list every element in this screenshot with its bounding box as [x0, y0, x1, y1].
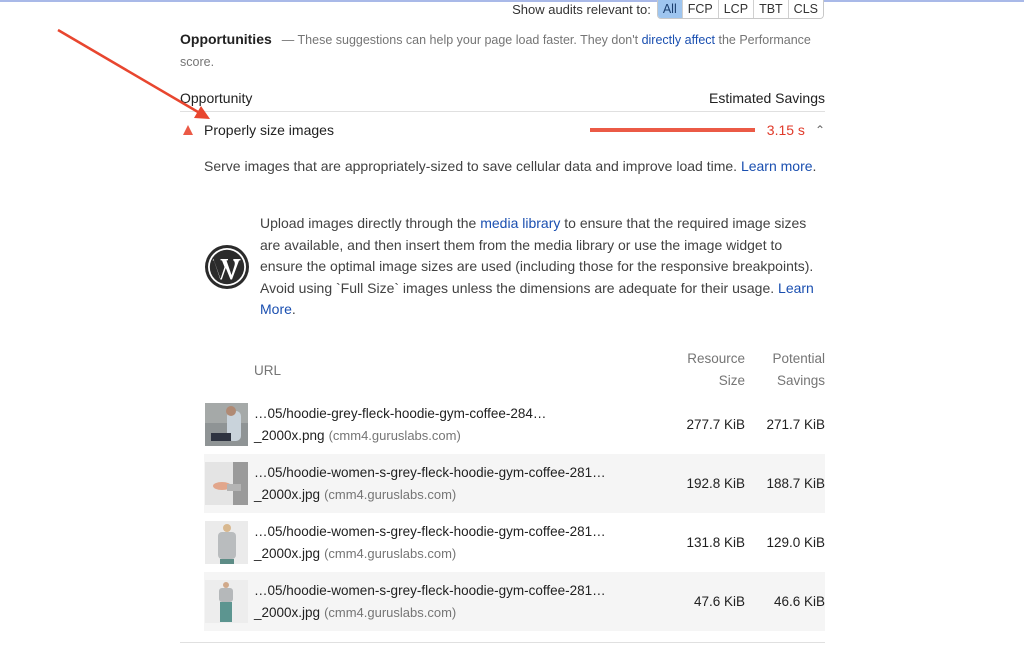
url-file: _2000x.jpg [254, 486, 321, 502]
audit-filter-bar: Show audits relevant to: All FCP LCP TBT… [512, 0, 824, 19]
resource-size: 277.7 KiB [686, 417, 745, 432]
table-header: URL Resource Size Potential Savings [204, 345, 825, 395]
opportunities-title: Opportunities [180, 31, 272, 47]
potential-savings: 129.0 KiB [766, 535, 825, 550]
image-thumbnail [205, 521, 248, 564]
url-file: _2000x.jpg [254, 604, 321, 620]
url-cell: …05/hoodie-grey-fleck-hoodie-gym-coffee-… [254, 403, 675, 446]
url-text[interactable]: …05/hoodie-grey-fleck-hoodie-gym-coffee-… [254, 403, 675, 425]
table-row[interactable]: …05/hoodie-women-s-grey-fleck-hoodie-gym… [204, 572, 825, 631]
filter-tbt[interactable]: TBT [753, 0, 788, 18]
description-end: . [812, 158, 817, 174]
resources-table: URL Resource Size Potential Savings …05/ho… [204, 345, 825, 631]
url-text[interactable]: …05/hoodie-women-s-grey-fleck-hoodie-gym… [254, 521, 675, 543]
estimated-savings-column: Estimated Savings [709, 90, 825, 106]
potential-savings: 46.6 KiB [773, 594, 825, 609]
table-bottom-divider [180, 642, 825, 643]
resource-header-l2: Size [718, 373, 745, 388]
url-host: (cmm4.guruslabs.com) [324, 486, 457, 502]
filter-cls[interactable]: CLS [787, 0, 823, 18]
url-host: (cmm4.guruslabs.com) [324, 545, 457, 561]
column-header: Opportunity Estimated Savings [180, 85, 825, 112]
savings-bar [589, 128, 755, 132]
wordpress-tip: Upload images directly through the media… [204, 213, 824, 321]
url-cell: …05/hoodie-women-s-grey-fleck-hoodie-gym… [254, 521, 675, 564]
url-file: _2000x.png [254, 427, 325, 443]
audit-properly-size-images[interactable]: Properly size images 3.15 s ⌃ [180, 118, 825, 142]
resource-size: 192.8 KiB [686, 476, 745, 491]
url-cell: …05/hoodie-women-s-grey-fleck-hoodie-gym… [254, 462, 675, 505]
opportunity-column: Opportunity [180, 90, 253, 106]
potential-savings: 271.7 KiB [766, 417, 825, 432]
resource-size: 47.6 KiB [693, 594, 745, 609]
savings-header-l1: Potential [772, 351, 825, 366]
url-text[interactable]: …05/hoodie-women-s-grey-fleck-hoodie-gym… [254, 462, 675, 484]
resource-header-l1: Resource [687, 351, 745, 366]
resource-size: 131.8 KiB [686, 535, 745, 550]
wordpress-tip-text: Upload images directly through the media… [260, 213, 820, 321]
wp-text-end: . [291, 301, 296, 317]
table-row[interactable]: …05/hoodie-grey-fleck-hoodie-gym-coffee-… [204, 395, 825, 454]
opportunities-desc: — These suggestions can help your page l… [281, 33, 642, 47]
potential-savings-header: Potential Savings [755, 348, 825, 392]
table-row[interactable]: …05/hoodie-women-s-grey-fleck-hoodie-gym… [204, 454, 825, 513]
url-header: URL [254, 362, 282, 378]
url-file: _2000x.jpg [254, 545, 321, 561]
resource-size-header: Resource Size [675, 348, 745, 392]
image-thumbnail [205, 462, 248, 505]
chevron-up-icon[interactable]: ⌃ [815, 123, 825, 137]
filter-pills: All FCP LCP TBT CLS [656, 0, 824, 19]
media-library-link[interactable]: media library [480, 215, 560, 231]
audit-title: Properly size images [204, 122, 334, 138]
url-host: (cmm4.guruslabs.com) [324, 604, 457, 620]
directly-affect-link[interactable]: directly affect [642, 33, 715, 47]
filter-all[interactable]: All [657, 0, 682, 18]
image-thumbnail [205, 403, 248, 446]
url-cell: …05/hoodie-women-s-grey-fleck-hoodie-gym… [254, 580, 675, 623]
url-text[interactable]: …05/hoodie-women-s-grey-fleck-hoodie-gym… [254, 580, 675, 602]
description-text: Serve images that are appropriately-size… [204, 158, 741, 174]
table-row[interactable]: …05/hoodie-women-s-grey-fleck-hoodie-gym… [204, 513, 825, 572]
warning-triangle-icon [183, 125, 193, 135]
audit-description: Serve images that are appropriately-size… [204, 156, 824, 177]
potential-savings: 188.7 KiB [766, 476, 825, 491]
wordpress-logo-icon [205, 245, 249, 289]
filter-fcp[interactable]: FCP [681, 0, 718, 18]
savings-value: 3.15 s [766, 122, 805, 138]
filter-lcp[interactable]: LCP [717, 0, 754, 18]
wp-text-1: Upload images directly through the [260, 215, 481, 231]
filter-label: Show audits relevant to: [512, 1, 651, 17]
image-thumbnail [205, 580, 248, 623]
opportunities-header: Opportunities — These suggestions can hel… [180, 28, 825, 73]
url-host: (cmm4.guruslabs.com) [328, 427, 461, 443]
savings-header-l2: Savings [776, 373, 825, 388]
learn-more-link[interactable]: Learn more [741, 158, 813, 174]
